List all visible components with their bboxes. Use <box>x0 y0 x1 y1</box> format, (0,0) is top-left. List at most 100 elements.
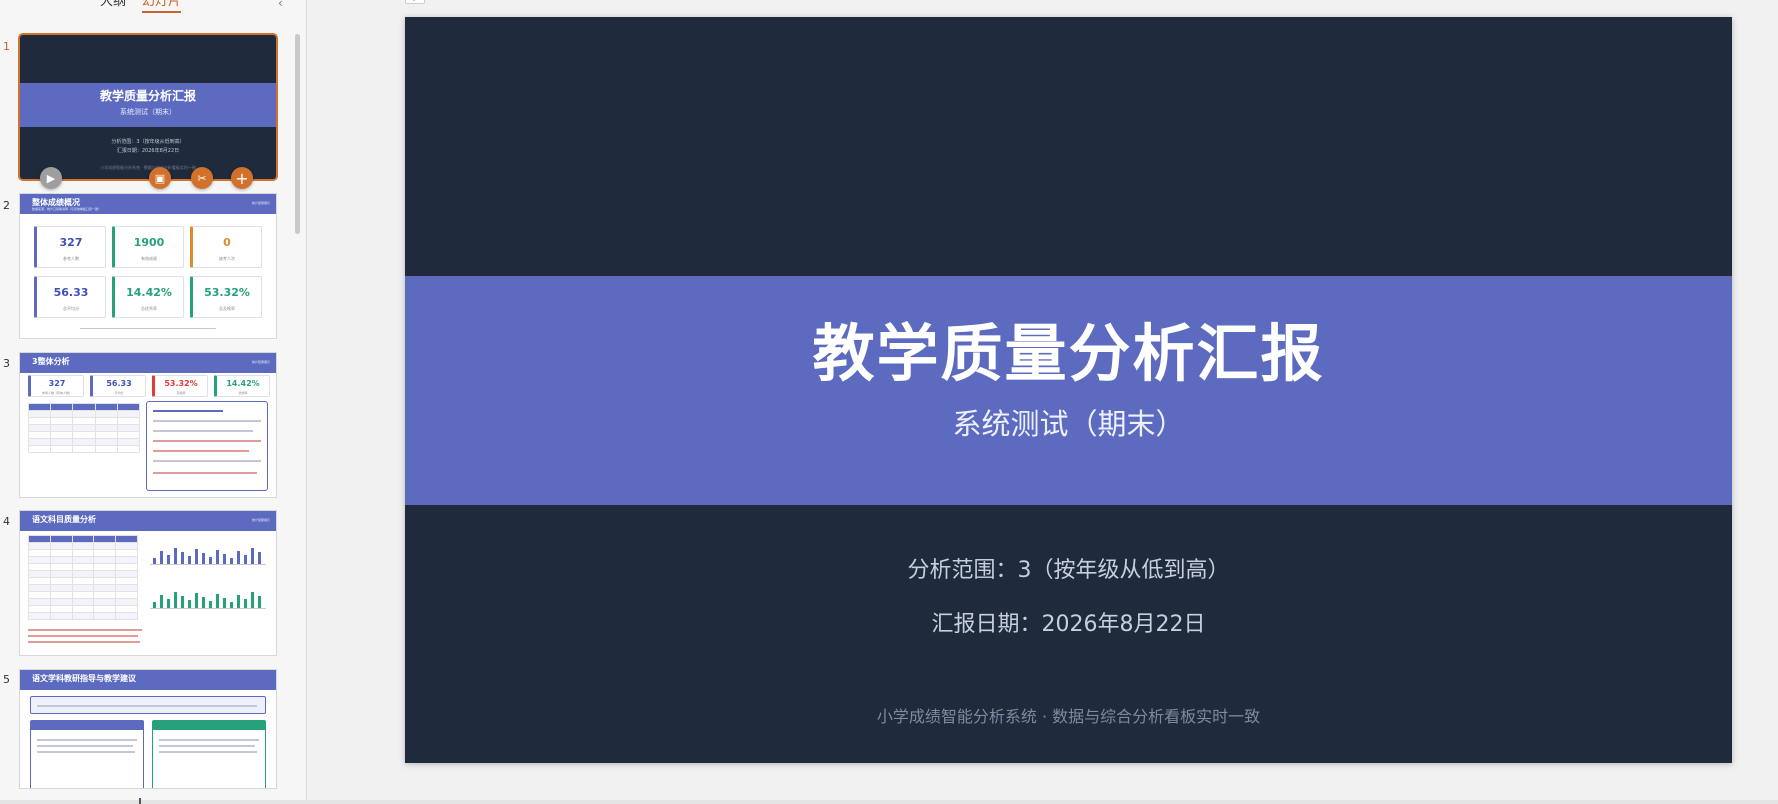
slide-thumbnail-5[interactable]: 语文学科教研指导与教学建议 <box>20 670 276 788</box>
mini-bar <box>209 557 212 564</box>
slide-type-icon[interactable]: P <box>405 0 425 4</box>
stat-label: 总及格率 <box>219 306 235 311</box>
mini-bar <box>223 554 226 564</box>
mini-bar <box>174 592 177 608</box>
mini-bar <box>216 594 219 608</box>
thumbnail-toolbar: ▶ ▣ ✂ + <box>40 167 276 189</box>
mini-bar <box>258 596 261 608</box>
thumb-bar-chart <box>150 592 266 609</box>
stat-card: 53.32% 总及格率 <box>190 276 262 318</box>
mini-bar <box>237 595 240 608</box>
stat-card: 14.42% 优秀率 <box>214 375 270 397</box>
slide-footer[interactable]: 小学成绩智能分析系统 · 数据与综合分析看板实时一致 <box>405 703 1732 727</box>
text-caret <box>139 798 141 804</box>
magic-tools-icon[interactable]: ✂ <box>191 167 213 189</box>
stat-card: 0 缺考人次 <box>190 226 262 268</box>
thumbnail-scrollbar[interactable] <box>295 34 300 234</box>
mini-bar <box>167 555 170 564</box>
mini-bar <box>153 558 156 564</box>
slide-title[interactable]: 教学质量分析汇报 <box>405 303 1732 393</box>
slide-number: 4 <box>3 515 10 528</box>
stat-label: 总优秀率 <box>141 306 157 311</box>
slide-number: 3 <box>3 357 10 370</box>
stat-card: 327 参考人数（有效人数） <box>28 375 84 397</box>
mini-bar <box>244 555 247 564</box>
stat-card: 1900 有效成绩 <box>112 226 184 268</box>
thumb-title: 3整体分析 <box>32 357 70 366</box>
stat-label: 有效成绩 <box>141 256 157 261</box>
mini-bar <box>216 550 219 564</box>
mini-bar <box>167 599 170 608</box>
mini-bar <box>202 597 205 608</box>
collapse-panel-icon[interactable]: ‹ <box>278 0 283 10</box>
slide-thumbnail-3[interactable]: 3整体分析 统计结果展示 327 参考人数（有效人数） 56.33 平均分 53… <box>20 353 276 497</box>
mini-bar <box>153 602 156 608</box>
mini-bar <box>195 549 198 564</box>
mini-bar <box>251 592 254 608</box>
current-slide[interactable]: 教学质量分析汇报 系统测试（期末） 分析范围：3（按年级从低到高） 汇报日期：2… <box>405 17 1732 763</box>
stat-value: 327 <box>59 236 83 249</box>
thumb-column-right <box>152 720 266 788</box>
mini-bar <box>188 556 191 564</box>
stat-value: 53.32% <box>164 379 198 388</box>
thumb-header: 语文学科教研指导与教学建议 <box>20 670 276 690</box>
stat-value: 327 <box>48 379 66 388</box>
slide-thumbnail-4[interactable]: 语文科目质量分析 统计结果展示 <box>20 511 276 655</box>
add-icon[interactable]: + <box>231 167 253 189</box>
tab-outline[interactable]: 大纲 <box>100 0 126 10</box>
thumb-table <box>28 535 138 620</box>
mini-bar <box>237 551 240 564</box>
stat-label: 平均分 <box>114 391 124 395</box>
mini-bar <box>181 552 184 564</box>
mini-bar <box>202 553 205 564</box>
analysis-scope[interactable]: 分析范围：3（按年级从低到高） <box>405 552 1732 584</box>
slide-thumbnail-panel: 大纲 幻灯片 ‹ 1 教学质量分析汇报 系统测试（期末） 分析范围：3（按年级从… <box>0 0 307 804</box>
stat-label: 优秀率 <box>238 391 248 395</box>
stat-value: 56.33 <box>106 379 132 388</box>
thumb-header: 3整体分析 统计结果展示 <box>20 353 276 373</box>
thumb-analysis-box <box>146 401 268 491</box>
stat-label: 及格率 <box>176 391 186 395</box>
mini-bar <box>244 599 247 608</box>
thumb-tag: 统计结果展示 <box>251 201 270 205</box>
mini-bar <box>181 596 184 608</box>
mini-bar <box>230 558 233 564</box>
slide-thumbnail-2[interactable]: 整体成绩概况 统计结果展示 数据来源、统计口径等说明（与系统看板口径一致） 32… <box>20 194 276 338</box>
slide-number: 5 <box>3 673 10 686</box>
thumb-scope: 分析范围：3（按年级从低到高） <box>111 139 185 145</box>
report-date[interactable]: 汇报日期：2026年8月22日 <box>405 606 1732 638</box>
image-edit-icon[interactable]: ▣ <box>149 167 171 189</box>
thumb-date: 汇报日期：2026年8月22日 <box>116 148 180 154</box>
stat-label: 参考人数 <box>63 256 79 261</box>
status-divider <box>0 800 1778 804</box>
tab-slides[interactable]: 幻灯片 <box>142 0 182 13</box>
thumb-table <box>27 403 141 453</box>
mini-bar <box>258 552 261 564</box>
mini-bar <box>188 600 191 608</box>
mini-bar <box>174 548 177 564</box>
stat-value: 56.33 <box>53 286 89 299</box>
stat-card: 56.33 平均分 <box>90 375 146 397</box>
mini-bar <box>160 595 163 608</box>
thumb-title: 教学质量分析汇报 <box>99 89 196 103</box>
slide-subtitle[interactable]: 系统测试（期末） <box>405 401 1732 443</box>
play-icon[interactable]: ▶ <box>40 167 62 189</box>
stat-card: 56.33 总平均分 <box>34 276 106 318</box>
stat-label: 总平均分 <box>63 306 79 311</box>
stat-value: 53.32% <box>204 286 250 299</box>
thumb-tag: 统计结果展示 <box>251 518 270 522</box>
stat-value: 0 <box>223 236 231 249</box>
slide-number: 1 <box>3 40 10 53</box>
stat-card: 53.32% 及格率 <box>152 375 208 397</box>
stat-card: 327 参考人数 <box>34 226 106 268</box>
slide-thumbnail-1[interactable]: 教学质量分析汇报 系统测试（期末） 分析范围：3（按年级从低到高） 汇报日期：2… <box>20 35 276 179</box>
mini-bar <box>223 598 226 608</box>
slide-number: 2 <box>3 199 10 212</box>
presentation-app: 大纲 幻灯片 ‹ 1 教学质量分析汇报 系统测试（期末） 分析范围：3（按年级从… <box>0 0 1778 804</box>
thumb-header: 整体成绩概况 统计结果展示 数据来源、统计口径等说明（与系统看板口径一致） <box>20 194 276 214</box>
stat-value: 14.42% <box>126 286 172 299</box>
thumb-subtitle: 数据来源、统计口径等说明（与系统看板口径一致） <box>32 207 102 211</box>
mini-bar <box>251 548 254 564</box>
mini-bar <box>195 593 198 608</box>
thumb-summary-box <box>30 696 266 714</box>
